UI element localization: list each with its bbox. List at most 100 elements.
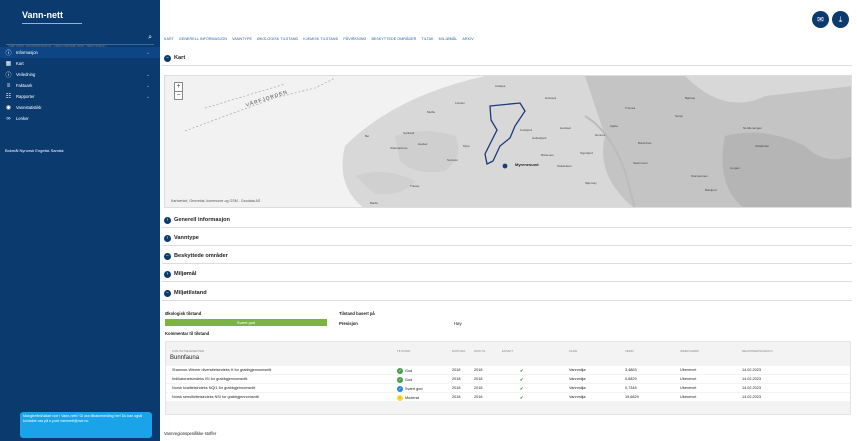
sidebar-item-label: Faktaark [16,83,33,88]
sidebar-item-label: Lenker [16,116,29,121]
column-header[interactable]: INDEKSVERDI [680,349,699,353]
sidebar-item-lenker[interactable]: ∞ Lenker [0,113,160,124]
column-header[interactable]: VERDI [625,349,634,353]
map-place-label: Myrenesund [515,162,539,167]
column-header[interactable]: KILDE [569,349,577,353]
presisjon-value: Høy [454,321,462,326]
table-row[interactable]: Norsk kvalitetsindeks NQI1 for grabbgjen… [166,384,850,392]
expand-icon: › [164,234,171,242]
factsheet-icon: ≡ [6,82,11,89]
feedback-box[interactable]: Mangler/feil/uklart noe i Vann-nett? Gi … [20,412,152,438]
pdf-icon[interactable]: ⤓ [832,11,849,28]
section-vanntype[interactable]: › Vanntype [162,231,852,246]
status-label: Moderat [405,395,419,400]
map-label: Hinnøya [545,96,557,100]
chevron-down-icon: ⌄ [145,93,150,100]
column-header[interactable]: DATA TIL [474,349,486,353]
status-label: Svært god [405,386,423,391]
sidebar-item-vannstatistikk[interactable]: ◉ Vannstatistikk [0,102,160,113]
section-miljotilstand[interactable]: − Miljøtilstand [162,286,852,301]
cell-index: Ubenevnt [680,385,697,390]
map-label: Borkenes [541,153,554,157]
map-label: Harstad [560,126,571,130]
cell-source: Vannmiljø [569,385,586,390]
cell-value: 3,4863 [625,367,637,372]
sidebar-item-informasjon[interactable]: ⓘ Informasjon ⌄ [0,47,160,58]
status-cell: − Moderat [397,394,419,401]
column-header[interactable]: TILSTAND [397,349,410,353]
section-miljomal[interactable]: › Miljømål [162,267,852,282]
app-logo[interactable]: Vann-nett [22,10,63,20]
cell-to: 2018 [474,394,483,399]
map-label: Senja [675,114,683,118]
zoom-control: + − [174,82,183,100]
column-header[interactable]: KVALITETSELEMENTER [172,349,204,353]
cell-source: Vannmiljø [569,376,586,381]
cell-source: Vannmiljø [569,367,586,372]
zoom-out-button[interactable]: − [175,91,182,99]
expand-icon: › [164,216,171,224]
statistics-icon: ◉ [5,105,12,111]
section-vannregionspesifikke[interactable]: Vannregionspesifikke stoffer [164,431,216,436]
map-label: Myre [463,144,470,148]
table-row[interactable]: Norsk sensitivitetsindeks NSI for grabbg… [166,393,850,401]
section-generell[interactable]: › Generell informasjon [162,213,852,228]
table-row[interactable]: Shannon-Wiener diversitetsindeks H for g… [166,366,850,374]
chevron-down-icon: ⌄ [145,71,150,78]
status-cell: ✓ God [397,376,413,383]
map-view[interactable]: + − VÅRFJORDEN Lofoten Melbu Sortland Bø Hads… [164,75,852,208]
anchor-link[interactable]: VANNTYPE [232,37,252,41]
column-header[interactable]: REGISTRERINGSDATO [742,349,773,353]
sidebar-item-faktaark[interactable]: ≡ Faktaark ⌄ [0,80,160,91]
map-label: Andøya [495,84,506,88]
table-row[interactable]: Indikatorartsindeks ISI for grabbgjennom… [166,375,850,383]
anchor-link[interactable]: GENERELL INFORMASJON [179,37,227,41]
anchor-link[interactable]: BESKYTTEDE OMRÅDER [371,37,416,41]
sidebar-item-label: Kart [16,61,24,66]
status-cell: ✓ Svært god [397,385,423,392]
sidebar-nav: ⓘ Informasjon ⌄ ▦ Kart ⓘ Veiledning ⌄ ≡ Faktaark ⌄… [0,47,160,124]
search-icon[interactable]: ⌕ [148,34,152,42]
anchor-link[interactable]: KJEMISK TILSTAND [303,37,338,41]
sidebar-item-rapporter[interactable]: ☷ Rapporter ⌄ [0,91,160,102]
cell-date: 14.02.2023 [742,367,762,372]
cell-from: 2018 [452,367,461,372]
share-icon[interactable]: ✉ [812,11,829,28]
status-bar: Svært god [165,319,327,326]
anchor-link[interactable]: TILTAK [421,37,433,41]
section-kart[interactable]: − Kart [162,51,852,66]
info-icon: ⓘ [5,73,12,79]
sidebar-item-kart[interactable]: ▦ Kart [0,58,160,69]
anchor-link[interactable]: MILJØMÅL [439,37,458,41]
map-label: Stokmarknes [390,146,408,150]
map-label: Hadsel [418,142,428,146]
zoom-in-button[interactable]: + [175,83,182,91]
map-attribution: Kartverket, Geovekst, kommuner og OSM - … [171,199,261,203]
anchor-link[interactable]: PÅVIRKNING [343,37,366,41]
search-box: ⌕ [6,34,154,51]
cell-to: 2018 [474,385,483,390]
cell-value: 0,6829 [625,376,637,381]
section-title: Miljøtilstand [174,290,207,296]
language-selector[interactable]: Bokmål Nynorsk Engelsk Samisk [5,148,64,153]
status-icon: − [397,394,403,401]
anchor-link[interactable]: ØKOLOGISK TILSTAND [257,37,298,41]
status-label: God [405,377,413,382]
cell-from: 2018 [452,376,461,381]
anchor-link[interactable]: ARKIV [462,37,473,41]
sidebar-item-veiledning[interactable]: ⓘ Veiledning ⌄ [0,69,160,80]
cell-index: Ubenevnt [680,394,697,399]
check-icon: ✔ [520,368,524,373]
sidebar-item-label: Veiledning [16,72,36,77]
column-header[interactable]: DATA FRA [452,349,465,353]
status-icon: ✓ [397,385,403,392]
map-label: Bø [365,134,369,138]
sidebar-item-label: Rapporter [16,94,35,99]
column-header[interactable]: EKSAKT [502,349,513,353]
kommentar-label: Kommentar til tilstand [165,331,210,336]
cell-element: Norsk kvalitetsindeks NQI1 for grabbgjen… [172,385,256,390]
section-beskyttede[interactable]: − Beskyttede områder [162,249,852,264]
cell-index: Ubenevnt [680,367,697,372]
anchor-link[interactable]: KART [164,37,174,41]
collapse-icon: − [164,252,171,260]
